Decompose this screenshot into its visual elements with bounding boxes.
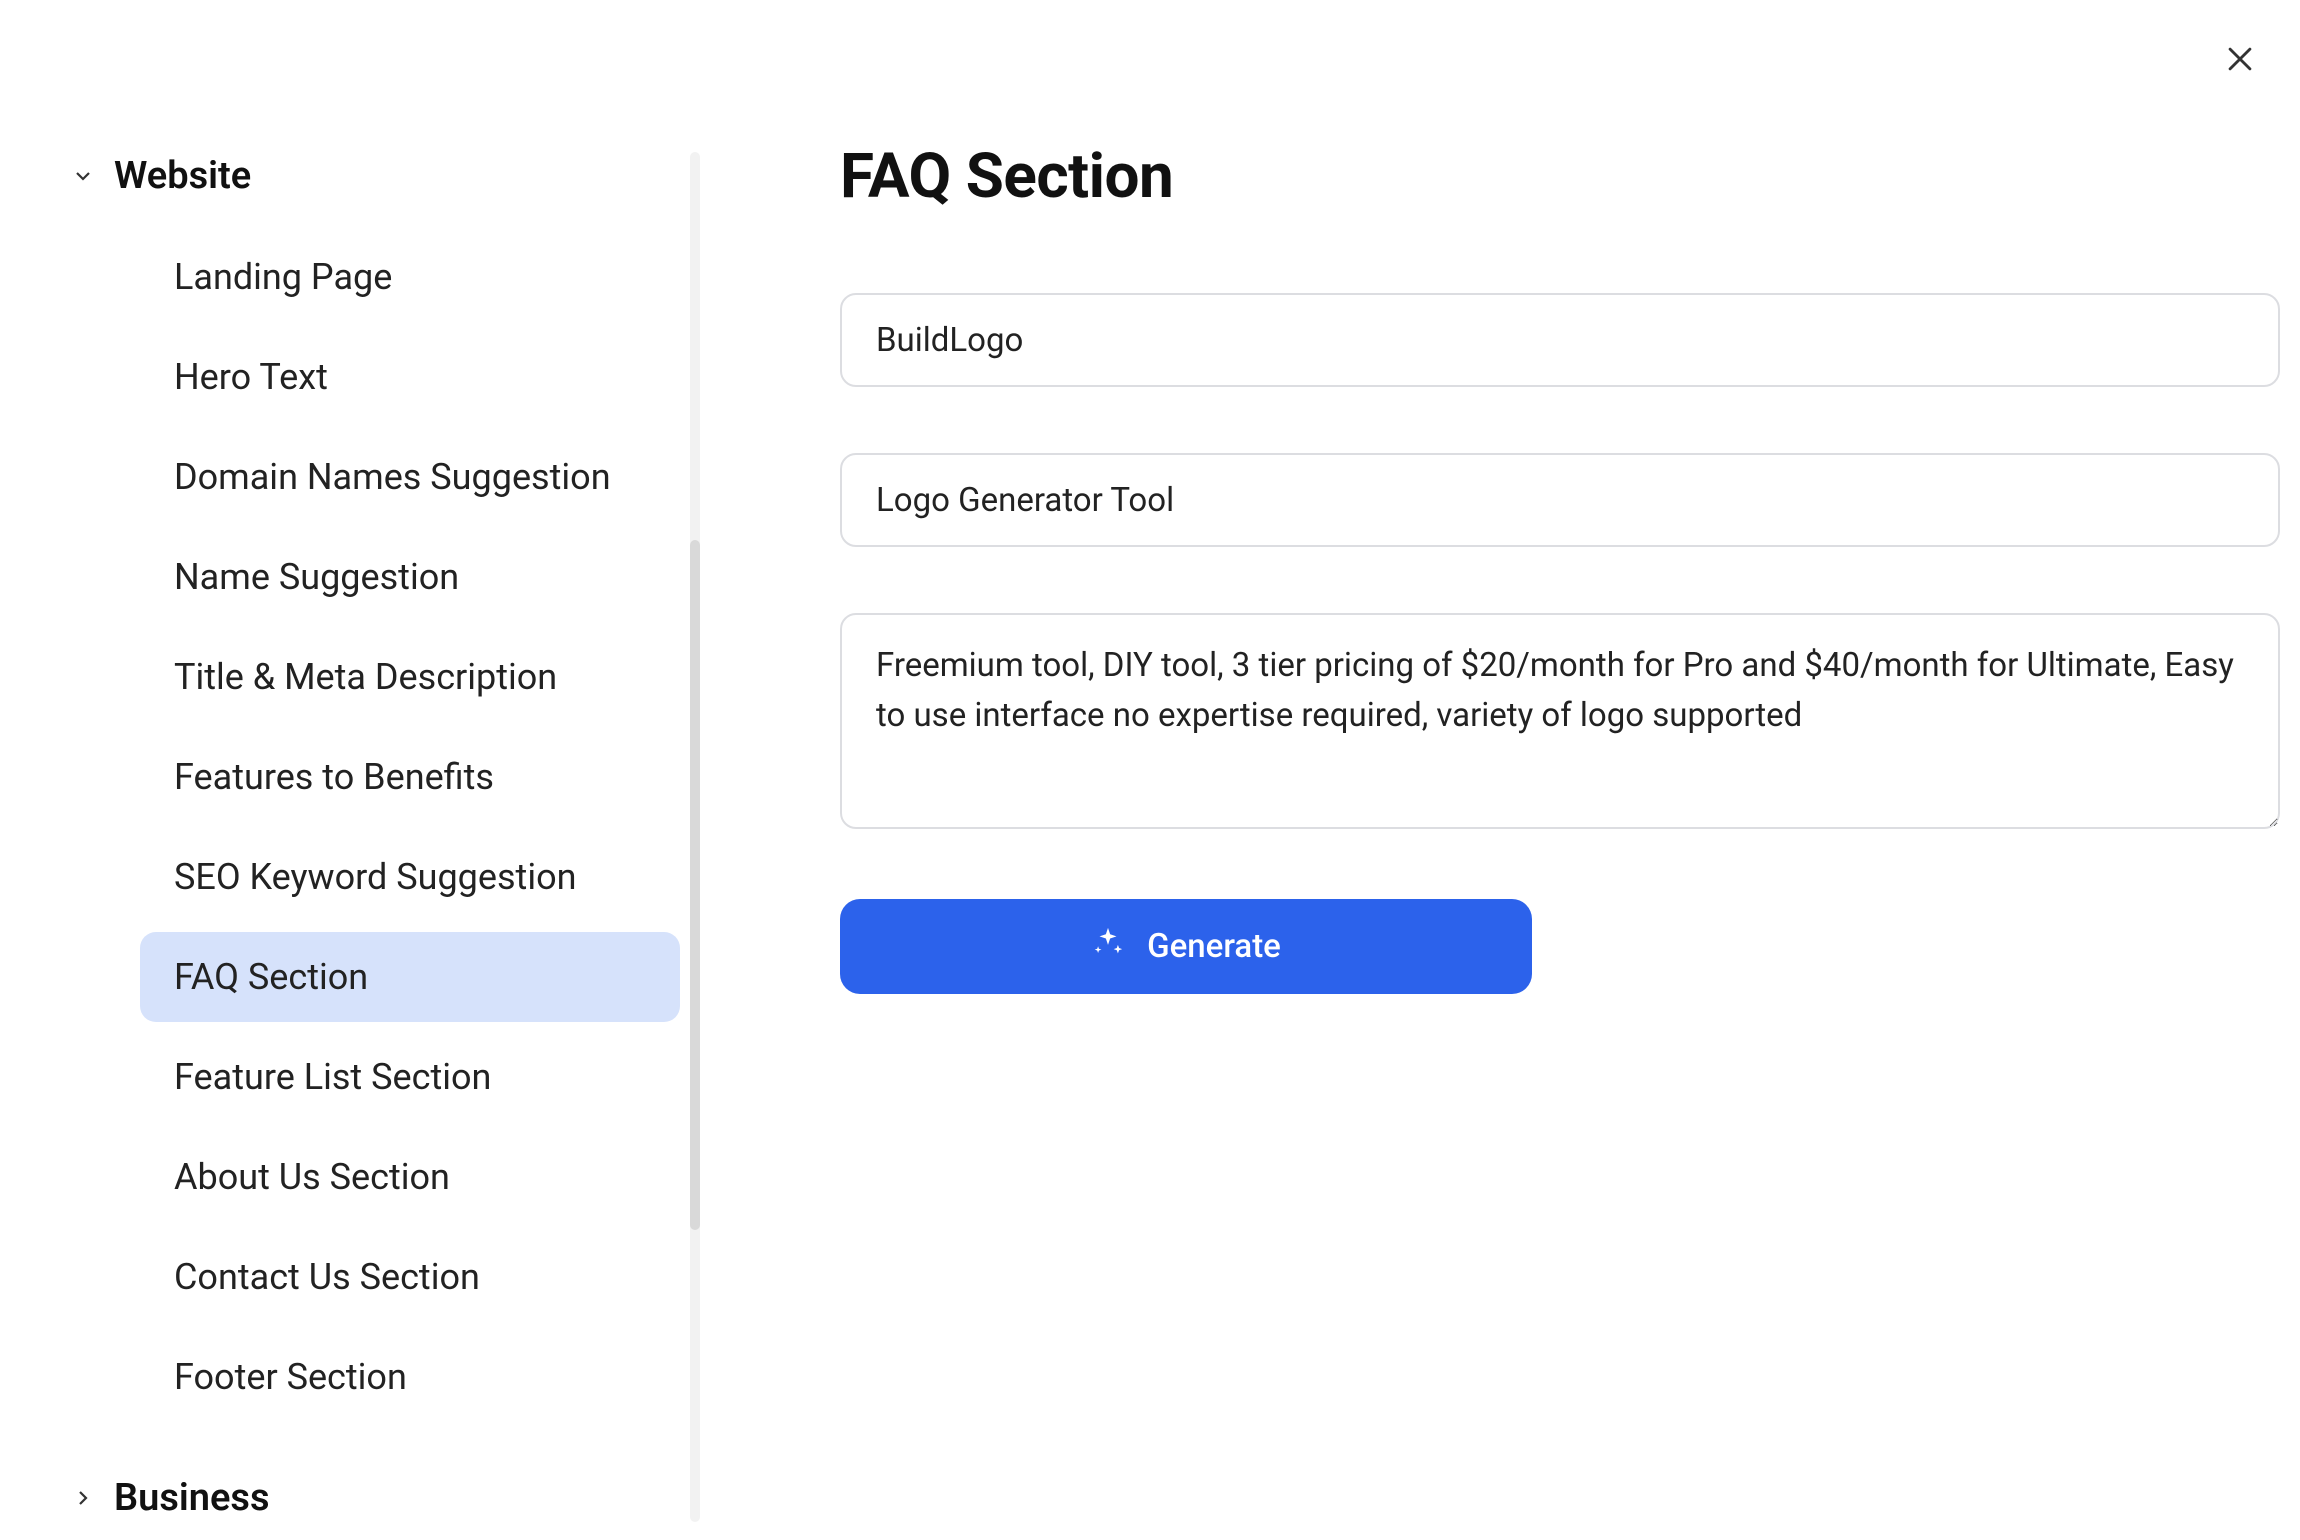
sidebar-group-items-website: Landing Page Hero Text Domain Names Sugg… <box>60 212 680 1422</box>
sidebar-item-faq-section[interactable]: FAQ Section <box>140 932 680 1022</box>
main-content: FAQ Section Freemium tool, DIY tool, 3 t… <box>700 140 2300 1540</box>
product-name-input[interactable] <box>840 293 2280 387</box>
sidebar-group-header-website[interactable]: Website <box>60 140 680 212</box>
sidebar-item-landing-page[interactable]: Landing Page <box>140 232 680 322</box>
sidebar-group-label: Website <box>114 154 251 198</box>
sidebar-item-about-us-section[interactable]: About Us Section <box>140 1132 680 1222</box>
close-icon <box>2223 42 2257 79</box>
sidebar-group-business: Business <box>60 1462 680 1534</box>
sidebar-item-footer-section[interactable]: Footer Section <box>140 1332 680 1422</box>
chevron-right-icon <box>70 1485 96 1511</box>
sidebar: Website Landing Page Hero Text Domain Na… <box>0 140 700 1540</box>
sidebar-item-feature-list-section[interactable]: Feature List Section <box>140 1032 680 1122</box>
generate-button-label: Generate <box>1147 927 1281 966</box>
sidebar-item-features-to-benefits[interactable]: Features to Benefits <box>140 732 680 822</box>
sidebar-item-contact-us-section[interactable]: Contact Us Section <box>140 1232 680 1322</box>
sidebar-group-website: Website Landing Page Hero Text Domain Na… <box>60 140 680 1422</box>
sparkle-icon <box>1091 925 1125 968</box>
sidebar-item-name-suggestion[interactable]: Name Suggestion <box>140 532 680 622</box>
sidebar-item-domain-names-suggestion[interactable]: Domain Names Suggestion <box>140 432 680 522</box>
scrollbar-thumb[interactable] <box>690 540 700 1230</box>
sidebar-item-title-meta-description[interactable]: Title & Meta Description <box>140 632 680 722</box>
layout: Website Landing Page Hero Text Domain Na… <box>0 0 2300 1540</box>
sidebar-item-hero-text[interactable]: Hero Text <box>140 332 680 422</box>
close-button[interactable] <box>2218 38 2262 82</box>
sidebar-group-label: Business <box>114 1476 270 1520</box>
sidebar-item-seo-keyword-suggestion[interactable]: SEO Keyword Suggestion <box>140 832 680 922</box>
page-title: FAQ Section <box>840 140 2280 213</box>
product-description-textarea[interactable]: Freemium tool, DIY tool, 3 tier pricing … <box>840 613 2280 829</box>
product-type-input[interactable] <box>840 453 2280 547</box>
chevron-down-icon <box>70 163 96 189</box>
sidebar-group-header-business[interactable]: Business <box>60 1462 680 1534</box>
generate-button[interactable]: Generate <box>840 899 1532 994</box>
